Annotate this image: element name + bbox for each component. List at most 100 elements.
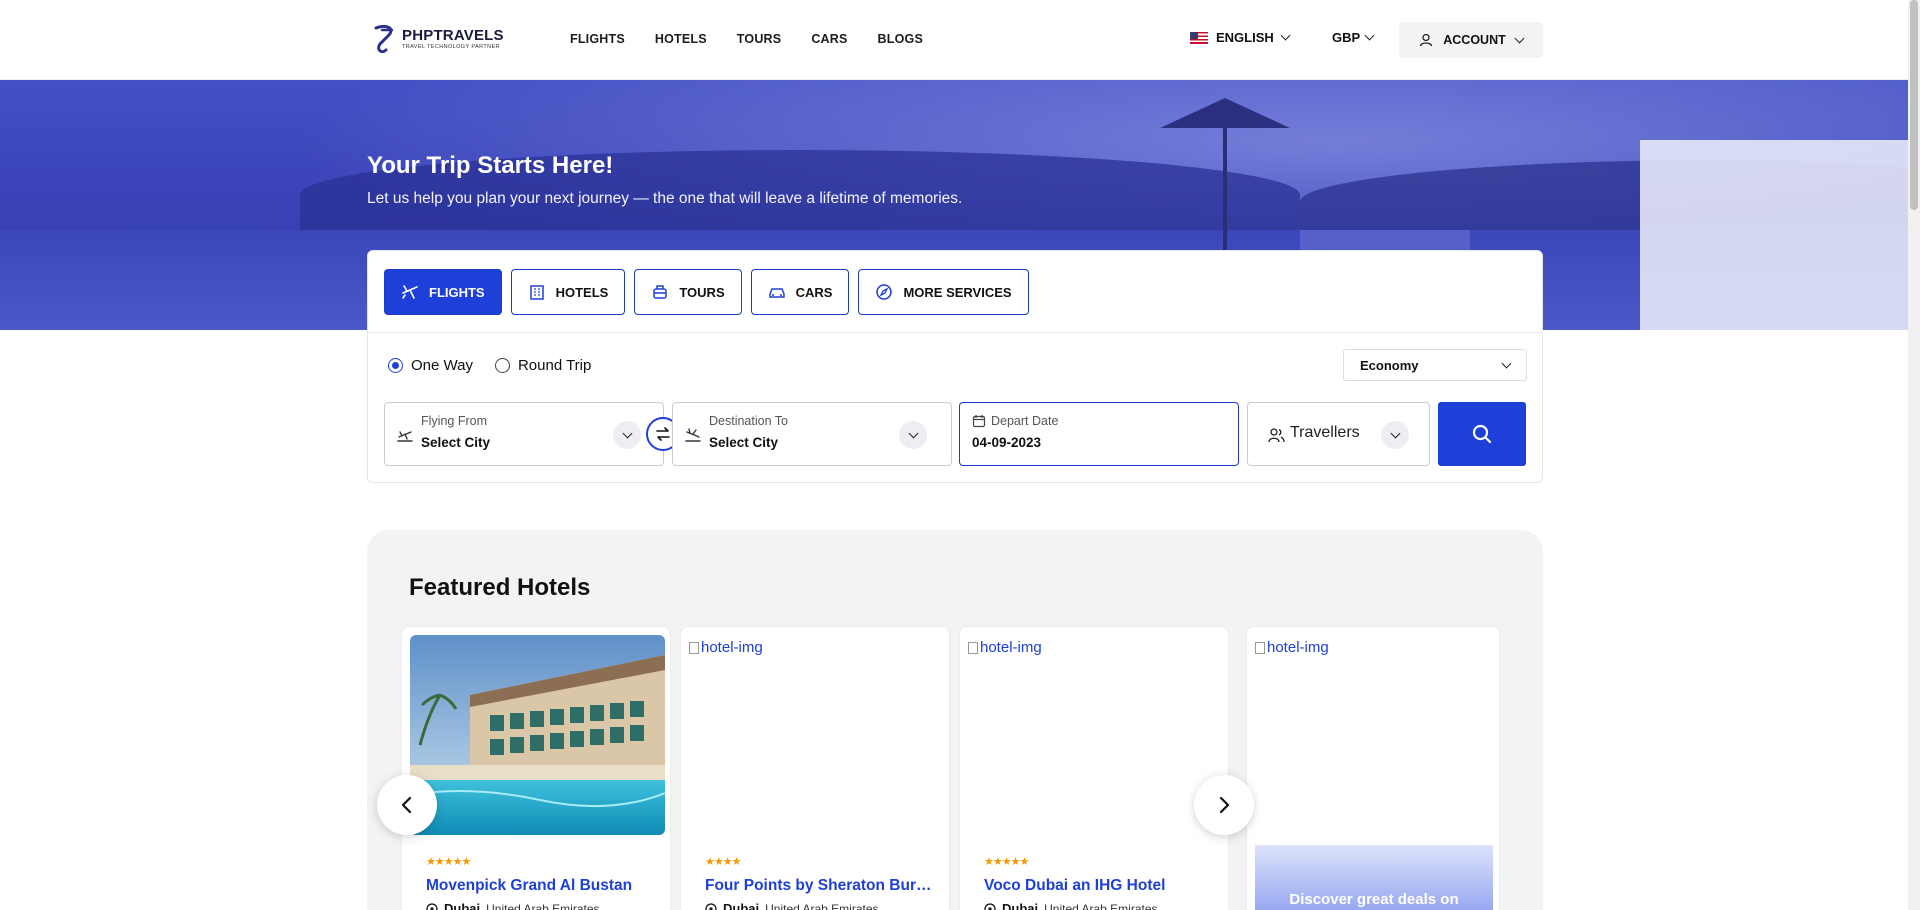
tab-label: FLIGHTS xyxy=(429,284,485,300)
tab-flights[interactable]: FLIGHTS xyxy=(384,269,502,315)
nav-tours[interactable]: TOURS xyxy=(737,32,782,46)
star-rating: ★★★★ xyxy=(705,856,741,868)
hotel-image-broken[interactable]: hotel-img xyxy=(968,639,1042,656)
logo[interactable]: PHPTRAVELS TRAVEL TECHNOLOGY PARTNER xyxy=(372,24,504,54)
language-selector[interactable]: ENGLISH xyxy=(1190,30,1291,45)
featured-hotels-title: Featured Hotels xyxy=(409,574,591,601)
destination-dropdown[interactable] xyxy=(899,421,927,449)
chevron-down-icon xyxy=(1390,428,1400,438)
round-trip-option[interactable]: Round Trip xyxy=(494,357,592,374)
nav-cars[interactable]: CARS xyxy=(811,32,847,46)
chevron-down-icon xyxy=(1514,33,1525,43)
location-pin-icon xyxy=(984,902,996,910)
flying-from-label: Flying From xyxy=(421,414,487,428)
featured-hotels-section: Featured Hotels ★★★★★ Movenpick Grand Al… xyxy=(367,530,1543,910)
nav-flights[interactable]: FLIGHTS xyxy=(570,32,625,46)
travellers-label: Travellers xyxy=(1290,424,1360,441)
tab-tours[interactable]: TOURS xyxy=(634,269,742,315)
flying-from-dropdown[interactable] xyxy=(613,421,641,449)
main-nav: FLIGHTS HOTELS TOURS CARS BLOGS xyxy=(570,32,923,46)
hotel-card[interactable]: ★★★★★ Movenpick Grand Al Bustan Dubai Un… xyxy=(401,626,671,910)
cabin-class-select[interactable]: Economy xyxy=(1343,349,1527,381)
destination-field[interactable]: Destination To Select City xyxy=(672,402,952,466)
hotel-card[interactable]: hotel-img ★★★★★ Voco Dubai an IHG Hotel … xyxy=(959,626,1229,910)
tab-label: MORE SERVICES xyxy=(903,284,1012,300)
language-label: ENGLISH xyxy=(1216,30,1274,45)
star-rating: ★★★★★ xyxy=(984,856,1029,868)
logo-subtitle: TRAVEL TECHNOLOGY PARTNER xyxy=(402,43,500,50)
us-flag-icon xyxy=(1190,31,1208,44)
suitcase-icon xyxy=(653,285,668,299)
car-icon xyxy=(768,288,785,298)
building-shape xyxy=(1640,140,1908,330)
location-pin-icon xyxy=(705,902,717,910)
tab-label: CARS xyxy=(795,284,833,300)
tab-more-services[interactable]: MORE SERVICES xyxy=(858,269,1029,315)
depart-date-value: 04-09-2023 xyxy=(972,435,1042,450)
user-icon xyxy=(1420,33,1433,47)
round-trip-label: Round Trip xyxy=(517,357,592,374)
currency-selector[interactable]: GBP xyxy=(1332,30,1375,45)
hotel-country: United Arab Emirates xyxy=(486,901,600,910)
hotel-card[interactable]: hotel-img ★★★★ Four Points by Sheraton B… xyxy=(680,626,950,910)
hotel-photo[interactable] xyxy=(410,635,665,835)
hotel-location: Dubai United Arab Emirates xyxy=(705,901,879,910)
depart-date-field[interactable]: Depart Date 04-09-2023 xyxy=(959,402,1239,466)
hotel-name[interactable]: Four Points by Sheraton Bur Dubai xyxy=(705,877,935,895)
service-tabs: FLIGHTS HOTELS TOURS CARS MORE SERVICES xyxy=(384,269,1029,315)
hotel-city: Dubai xyxy=(444,901,481,910)
plane-landing-icon xyxy=(685,428,701,442)
flying-from-field[interactable]: Flying From Select City xyxy=(384,402,664,466)
hotel-image-broken[interactable]: hotel-img xyxy=(689,639,763,656)
hotel-city: Dubai xyxy=(1002,901,1039,910)
hotel-country: United Arab Emirates xyxy=(1044,901,1158,910)
account-label: ACCOUNT xyxy=(1443,33,1506,47)
building-icon xyxy=(529,285,544,300)
hero-subtitle: Let us help you plan your next journey —… xyxy=(367,190,963,207)
destination-value: Select City xyxy=(709,435,779,450)
promo-text: Discover great deals on xyxy=(1289,891,1459,908)
chevron-down-icon xyxy=(1501,358,1512,368)
chevron-down-icon xyxy=(622,428,632,438)
nav-hotels[interactable]: HOTELS xyxy=(655,32,707,46)
chevron-down-icon xyxy=(1280,30,1291,41)
account-button[interactable]: ACCOUNT xyxy=(1399,22,1543,58)
hero-title: Your Trip Starts Here! xyxy=(367,152,614,179)
hotel-name[interactable]: Voco Dubai an IHG Hotel xyxy=(984,877,1214,895)
tab-cars[interactable]: CARS xyxy=(750,269,850,315)
depart-date-label: Depart Date xyxy=(991,414,1059,428)
logo-icon xyxy=(374,24,394,54)
hotel-card[interactable]: hotel-img Discover great deals on xyxy=(1246,626,1500,910)
hotel-location: Dubai United Arab Emirates xyxy=(984,901,1158,910)
cabin-class-value: Economy xyxy=(1360,357,1419,373)
broken-image-icon xyxy=(689,641,699,654)
compass-icon xyxy=(876,284,893,300)
trip-type-group: One Way Round Trip xyxy=(388,357,591,374)
broken-image-icon xyxy=(968,641,978,654)
hotel-name[interactable]: Movenpick Grand Al Bustan xyxy=(426,877,656,895)
travellers-dropdown[interactable] xyxy=(1381,421,1409,449)
carousel-next-button[interactable] xyxy=(1194,775,1254,835)
site-header: PHPTRAVELS TRAVEL TECHNOLOGY PARTNER FLI… xyxy=(0,0,1908,80)
nav-blogs[interactable]: BLOGS xyxy=(878,32,923,46)
scrollbar-thumb[interactable] xyxy=(1910,0,1918,210)
broken-image-icon xyxy=(1255,641,1265,654)
promo-banner[interactable]: Discover great deals on xyxy=(1255,845,1493,910)
one-way-option[interactable]: One Way xyxy=(388,357,473,374)
flying-from-value: Select City xyxy=(421,435,491,450)
swap-arrows-icon xyxy=(656,427,670,441)
hotel-image-broken[interactable]: hotel-img xyxy=(1255,639,1329,656)
carousel-prev-button[interactable] xyxy=(377,775,437,835)
logo-title: PHPTRAVELS xyxy=(402,26,504,44)
search-button[interactable] xyxy=(1438,402,1526,466)
radio-one-way[interactable] xyxy=(388,358,403,373)
travellers-field[interactable]: Travellers xyxy=(1247,402,1430,466)
one-way-label: One Way xyxy=(411,357,473,374)
plane-icon xyxy=(402,285,418,299)
calendar-icon xyxy=(972,415,986,428)
tab-label: HOTELS xyxy=(555,284,609,300)
tab-hotels[interactable]: HOTELS xyxy=(510,269,626,315)
hotel-location: Dubai United Arab Emirates xyxy=(426,901,600,910)
chevron-right-icon xyxy=(1219,796,1230,814)
radio-round-trip[interactable] xyxy=(494,358,510,373)
